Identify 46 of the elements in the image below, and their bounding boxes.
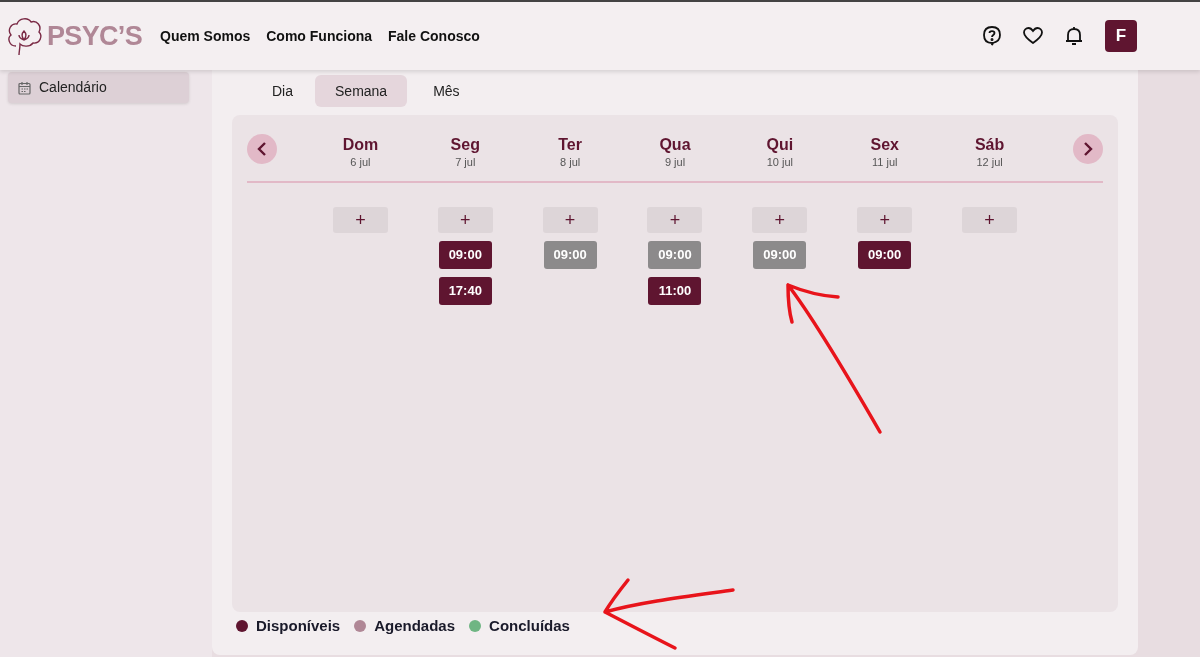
day-date: 7 jul <box>455 155 476 169</box>
day-date: 8 jul <box>560 155 581 169</box>
add-slot-button[interactable]: + <box>542 207 598 233</box>
add-slot-button[interactable]: + <box>752 207 808 233</box>
nav-link[interactable]: Quem Somos <box>160 25 251 47</box>
user-avatar[interactable]: F <box>1105 20 1137 52</box>
day-name: Dom <box>342 135 379 155</box>
view-tab[interactable]: Dia <box>252 75 309 107</box>
chevron-left-icon <box>257 142 267 156</box>
day-name: Seg <box>450 135 480 155</box>
heart-icon[interactable] <box>1023 27 1043 45</box>
day-name: Sex <box>870 135 899 155</box>
bell-icon[interactable] <box>1065 26 1083 46</box>
view-tab[interactable]: Mês <box>413 75 480 107</box>
time-slot[interactable]: 09:00 <box>438 241 492 269</box>
nav-link[interactable]: Fale Conosco <box>388 25 480 47</box>
time-slot[interactable]: 09:00 <box>858 241 912 269</box>
add-slot-button[interactable]: + <box>332 207 388 233</box>
legend-label: Concluídas <box>489 616 570 636</box>
brand-name: PSYC’S <box>47 19 142 53</box>
legend-label: Agendadas <box>374 616 456 636</box>
day-date: 6 jul <box>350 155 371 169</box>
day-name: Qua <box>659 135 691 155</box>
time-slot[interactable]: 11:00 <box>648 277 702 305</box>
view-tab[interactable]: Semana <box>315 75 408 107</box>
previous-week-button[interactable] <box>247 134 277 164</box>
day-date: 10 jul <box>766 155 793 169</box>
day-date: 11 jul <box>871 155 898 169</box>
nav-link[interactable]: Como Funciona <box>266 25 373 47</box>
day-name: Ter <box>558 135 582 155</box>
calendar-icon <box>18 80 31 95</box>
tree-logo-icon <box>6 16 44 56</box>
next-week-button[interactable] <box>1073 134 1103 164</box>
day-date: 9 jul <box>664 155 686 169</box>
add-slot-button[interactable]: + <box>647 207 703 233</box>
help-icon[interactable] <box>983 26 1001 46</box>
day-name: Sáb <box>974 135 1005 155</box>
add-slot-button[interactable]: + <box>857 207 913 233</box>
add-slot-button[interactable]: + <box>437 207 493 233</box>
sidebar-item[interactable]: Calendário <box>8 72 189 103</box>
day-name: Qui <box>766 135 794 155</box>
day-date: 12 jul <box>976 155 1003 169</box>
time-slot[interactable]: 17:40 <box>438 277 492 305</box>
legend-label: Disponíveis <box>256 616 341 636</box>
chevron-right-icon <box>1083 142 1093 156</box>
add-slot-button[interactable]: + <box>962 207 1018 233</box>
